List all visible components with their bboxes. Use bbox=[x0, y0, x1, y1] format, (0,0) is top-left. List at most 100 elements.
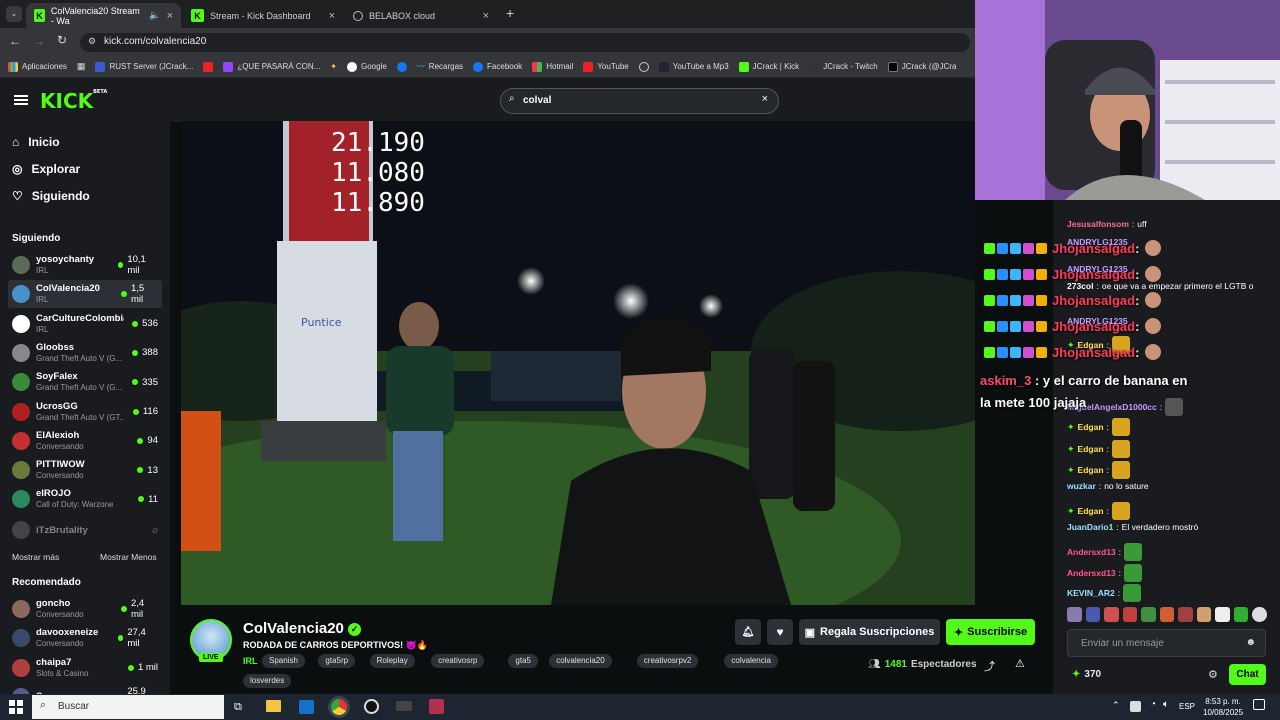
channel-title[interactable]: ColValencia20 ✓ bbox=[243, 620, 362, 637]
forward-icon[interactable]: → bbox=[33, 34, 45, 48]
follow-heart-button[interactable]: ♥ bbox=[767, 619, 793, 645]
sidebar-channel[interactable]: PITTIWOW Conversando 13 bbox=[8, 456, 162, 484]
bookmark-jcrack-kick[interactable]: JCrack | Kick bbox=[738, 61, 799, 72]
tab-list-chevron-icon[interactable]: ⌄ bbox=[6, 6, 22, 22]
chat-username[interactable]: Andersxd13 bbox=[1067, 568, 1116, 578]
tab-kick-stream[interactable]: K ColValencia20 Stream - Wa 🔈 × bbox=[26, 3, 181, 28]
sidebar-channel[interactable]: ElAlexioh Conversando 94 bbox=[8, 427, 162, 455]
share-icon[interactable]: ⤴ bbox=[984, 658, 995, 674]
bookmark-jcrack-x[interactable]: JCrack (@JCra bbox=[887, 61, 957, 72]
chat-username[interactable]: KEVIN_AR2 bbox=[1067, 588, 1115, 598]
close-tab-icon[interactable]: × bbox=[483, 10, 489, 22]
bookmark-youtube[interactable]: YouTube bbox=[583, 61, 629, 72]
menu-icon[interactable] bbox=[14, 95, 28, 105]
emote-icon[interactable] bbox=[1067, 607, 1082, 622]
nav-following[interactable]: ♡ Siguiendo bbox=[12, 189, 90, 203]
tray-chevron-icon[interactable]: ⌃ bbox=[1112, 700, 1120, 711]
reload-icon[interactable]: ↻ bbox=[57, 33, 67, 47]
url-field[interactable]: ⚙ kick.com/colvalencia20 bbox=[80, 33, 970, 52]
gift-subs-button[interactable]: ▣ Regala Suscripciones bbox=[799, 619, 940, 645]
volume-icon[interactable]: 🔈︎ bbox=[1163, 699, 1169, 710]
new-tab-icon[interactable]: + bbox=[506, 5, 514, 21]
bookmark-hotmail[interactable]: Hotmail bbox=[532, 61, 573, 72]
site-info-icon[interactable]: ⚙ bbox=[88, 36, 96, 47]
tab-belabox[interactable]: BELABOX cloud × bbox=[345, 3, 497, 28]
report-icon[interactable]: ⚠ bbox=[1015, 657, 1025, 670]
chat-username[interactable]: Edgan bbox=[1078, 465, 1104, 475]
chat-username[interactable]: Edgan bbox=[1078, 444, 1104, 454]
tag[interactable]: gta5rp bbox=[318, 654, 356, 668]
wifi-icon[interactable]: ◔ bbox=[1150, 699, 1156, 710]
bookmark-youtube-mp3[interactable]: YouTube a Mp3 bbox=[658, 61, 729, 72]
sidebar-channel[interactable]: davooxeneize Conversando 27,4 mil bbox=[8, 624, 162, 652]
chat-username[interactable]: Andersxd13 bbox=[1067, 547, 1116, 557]
sidebar-channel[interactable]: elROJO Call of Duty: Warzone 11 bbox=[8, 485, 162, 513]
sidebar-channel[interactable]: Spreen25,9 mil bbox=[8, 683, 162, 694]
tag[interactable]: creativosrp bbox=[431, 654, 485, 668]
app-icon-2[interactable] bbox=[429, 699, 444, 714]
emote-icon[interactable] bbox=[1141, 607, 1156, 622]
show-more-link[interactable]: Mostrar más bbox=[12, 552, 59, 562]
sidebar-channel[interactable]: SoyFalex Grand Theft Auto V (G... 335 bbox=[8, 368, 162, 396]
outlook-icon[interactable] bbox=[299, 700, 314, 714]
tag[interactable]: creativosrpv2 bbox=[636, 654, 699, 668]
chat-input[interactable]: Enviar un mensaje ☻ bbox=[1067, 629, 1266, 657]
sidebar-channel[interactable]: UcrosGG Grand Theft Auto V (GT... 116 bbox=[8, 398, 162, 426]
tab-kick-dashboard[interactable]: K Stream - Kick Dashboard × bbox=[183, 3, 343, 28]
clear-search-icon[interactable]: × bbox=[762, 93, 768, 105]
close-tab-icon[interactable]: × bbox=[167, 10, 173, 22]
taskbar-search[interactable]: ⌕ Buscar bbox=[32, 695, 224, 719]
emote-icon[interactable] bbox=[1215, 607, 1230, 622]
emote-icon[interactable] bbox=[1233, 607, 1249, 622]
chat-username[interactable]: 273col bbox=[1067, 281, 1093, 291]
emote-icon[interactable] bbox=[1085, 607, 1101, 622]
start-icon[interactable] bbox=[9, 700, 23, 714]
bookmark-apps[interactable]: Aplicaciones bbox=[8, 61, 67, 72]
emoji-icon[interactable]: ☻ bbox=[1245, 637, 1256, 648]
bookmark-twitch[interactable]: ¿QUE PASARÁ CON... bbox=[223, 61, 320, 72]
search-input[interactable]: ⌕ colval × bbox=[500, 88, 779, 114]
emote-icon[interactable] bbox=[1104, 607, 1119, 622]
chat-username[interactable]: wuzkar bbox=[1067, 481, 1096, 491]
bookmark-grid[interactable]: ▦ bbox=[77, 61, 86, 72]
tag[interactable]: colvalencia bbox=[724, 654, 778, 668]
chat-username[interactable]: Edgan bbox=[1078, 506, 1104, 516]
language-indicator[interactable]: ESP bbox=[1179, 702, 1195, 711]
sidebar-channel[interactable]: chaipa7 Slots & Casino 1 mil bbox=[8, 654, 162, 682]
bookmark-star[interactable]: ✦ bbox=[330, 62, 337, 71]
show-less-link[interactable]: Mostrar Menos bbox=[100, 552, 157, 562]
tag[interactable]: losverdes bbox=[243, 674, 292, 688]
app-icon[interactable] bbox=[396, 701, 412, 711]
sidebar-channel[interactable]: CarCultureColombia IRL 536 bbox=[8, 310, 162, 338]
chat-username[interactable]: JuanDario1 bbox=[1067, 522, 1113, 532]
sidebar-channel[interactable]: yosoychanty IRL 10,1 mil bbox=[8, 251, 162, 279]
chat-username[interactable]: Jesusalfonsom bbox=[1067, 219, 1129, 229]
chrome-icon[interactable] bbox=[331, 699, 347, 715]
tag[interactable]: colvalencia20 bbox=[549, 654, 612, 668]
bookmark-globe[interactable] bbox=[638, 61, 649, 72]
sidebar-channel[interactable]: Gloobss Grand Theft Auto V (G... 388 bbox=[8, 339, 162, 367]
bookmark-facebook[interactable]: Facebook bbox=[473, 61, 522, 72]
chat-send-button[interactable]: Chat bbox=[1229, 664, 1266, 685]
clock[interactable]: 8:53 p. m. 10/08/2025 bbox=[1203, 696, 1243, 718]
close-tab-icon[interactable]: × bbox=[329, 10, 335, 22]
kick-logo[interactable]: KICKBETA bbox=[40, 89, 107, 113]
nav-explore[interactable]: ◎ Explorar bbox=[12, 162, 80, 176]
bookmark-recargas[interactable]: 〰 Recargas bbox=[417, 61, 463, 72]
nav-home[interactable]: ⌂ Inicio bbox=[12, 135, 60, 149]
sidebar-channel[interactable]: goncho Conversando 2,4 mil bbox=[8, 595, 162, 623]
category-link[interactable]: IRL bbox=[243, 656, 258, 666]
bookmark-youtube-video[interactable] bbox=[203, 61, 214, 72]
video-player[interactable]: 21.190 11.080 11.890 Puntice bbox=[181, 121, 975, 605]
emote-icon[interactable] bbox=[1196, 607, 1212, 622]
notification-bell-button[interactable]: 🔔︎ bbox=[735, 619, 761, 645]
chat-settings-icon[interactable]: ⚙ bbox=[1208, 668, 1218, 681]
emote-icon[interactable] bbox=[1159, 607, 1175, 622]
bookmark-facebook-1[interactable] bbox=[396, 61, 407, 72]
subscribe-button[interactable]: ✦ Suscribirse bbox=[946, 619, 1035, 645]
tag[interactable]: gta5 bbox=[508, 654, 538, 668]
emote-icon[interactable] bbox=[1178, 607, 1193, 622]
file-explorer-icon[interactable] bbox=[266, 700, 281, 712]
bookmark-jcrack-twitch[interactable]: JCrack - Twitch bbox=[809, 61, 878, 72]
bookmark-rust[interactable]: RUST Server (JCrack... bbox=[95, 61, 193, 72]
